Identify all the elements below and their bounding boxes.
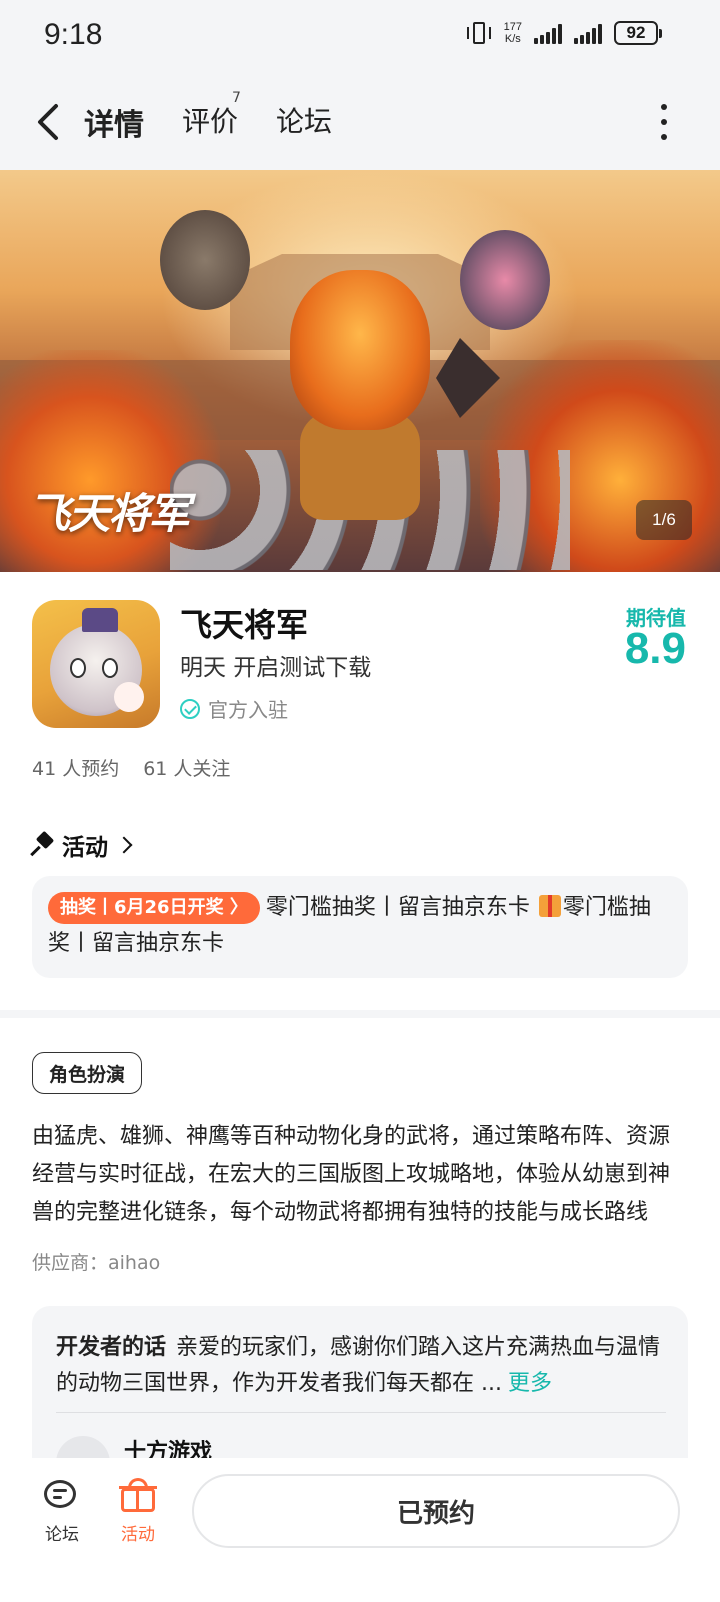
section-divider: [0, 1010, 720, 1018]
check-circle-icon: [180, 698, 200, 719]
bottom-activity-label: 活动: [121, 1525, 155, 1545]
network-speed-value: 177: [503, 21, 522, 33]
app-release-status: 明天 开启测试下载: [180, 655, 372, 681]
status-bar: 9:18 177 K/s 92: [0, 0, 720, 78]
official-badge: 官方入驻: [180, 694, 288, 723]
tab-review[interactable]: 评价 7: [182, 90, 241, 140]
lottery-tag: 抽奖丨6月26日开奖 〉: [48, 892, 260, 924]
activity-header-label: 活动: [62, 835, 108, 861]
app-stats: 41 人预约 61 人关注: [32, 754, 230, 781]
genre-tag[interactable]: 角色扮演: [32, 1052, 143, 1094]
activity-card[interactable]: 抽奖丨6月26日开奖 〉零门槛抽奖丨留言抽京东卡 零门槛抽奖丨留言抽京东卡: [32, 876, 688, 978]
cat-archer-illustration: [460, 230, 550, 330]
bottom-action-bar: 论坛 活动 已预约: [0, 1458, 720, 1602]
bottom-forum-label: 论坛: [45, 1525, 79, 1545]
chevron-left-icon: [38, 104, 58, 140]
tab-forum-label: 论坛: [276, 105, 333, 138]
more-dot-icon: [661, 119, 667, 125]
banner-game-logo: 飞天将军: [28, 489, 190, 538]
network-speed: 177 K/s: [504, 21, 522, 45]
more-dot-icon: [661, 104, 667, 110]
signal-2-icon: [574, 22, 602, 44]
vibrate-icon: [466, 20, 492, 46]
bottom-activity-button[interactable]: 活动: [108, 1478, 168, 1545]
expectation-score: 8.9: [624, 624, 686, 673]
back-button[interactable]: [30, 100, 70, 144]
app-name: 飞天将军: [180, 606, 309, 644]
divider: [56, 1412, 666, 1413]
supplier-info: 供应商：aihao: [32, 1252, 161, 1274]
activity-text: 零门槛抽奖丨留言抽京东卡: [265, 895, 537, 920]
reserved-button[interactable]: 已预约: [192, 1474, 680, 1548]
pin-icon: [30, 830, 55, 857]
cat-warrior-illustration: [160, 210, 250, 310]
chevron-right-icon: [115, 836, 133, 854]
tab-forum[interactable]: 论坛: [276, 100, 332, 140]
developer-message: 开发者的话 亲爱的玩家们，感谢你们踏入这片充满热血与温情的动物三国世界，作为开发者…: [56, 1330, 666, 1402]
developer-message-label: 开发者的话: [56, 1335, 167, 1360]
banner-page-counter: 1/6: [636, 500, 692, 540]
app-icon: [32, 600, 160, 728]
top-nav: 详情 评价 7 论坛: [0, 78, 720, 170]
signal-1-icon: [534, 22, 562, 44]
banner-carousel[interactable]: 飞天将军 1/6: [0, 170, 720, 572]
gift-icon: [538, 895, 561, 917]
status-icons: 177 K/s 92: [466, 20, 662, 46]
official-label: 官方入驻: [208, 698, 288, 722]
tab-detail[interactable]: 详情: [82, 100, 146, 144]
bottom-forum-button[interactable]: 论坛: [32, 1478, 92, 1545]
activity-section-header[interactable]: 活动: [30, 828, 133, 862]
more-dot-icon: [661, 134, 667, 140]
status-time: 9:18: [44, 18, 103, 51]
tiger-general-illustration: [290, 270, 430, 430]
battery-level: 92: [614, 21, 658, 45]
network-speed-unit: K/s: [504, 33, 521, 45]
more-link[interactable]: 更多: [508, 1371, 552, 1396]
follower-count: 61 人关注: [143, 758, 231, 780]
review-count-badge: 7: [232, 90, 241, 106]
gift-icon: [118, 1478, 158, 1514]
forum-icon: [42, 1478, 82, 1514]
more-options-button[interactable]: [654, 104, 674, 140]
reservation-count: 41 人预约: [32, 758, 120, 780]
tab-review-label: 评价: [182, 105, 239, 138]
battery-icon: 92: [614, 21, 662, 45]
tab-detail-label: 详情: [84, 108, 144, 143]
game-description[interactable]: 由猛虎、雄狮、神鹰等百种动物化身的武将，通过策略布阵、资源经营与实时征战，在宏大…: [32, 1118, 688, 1232]
